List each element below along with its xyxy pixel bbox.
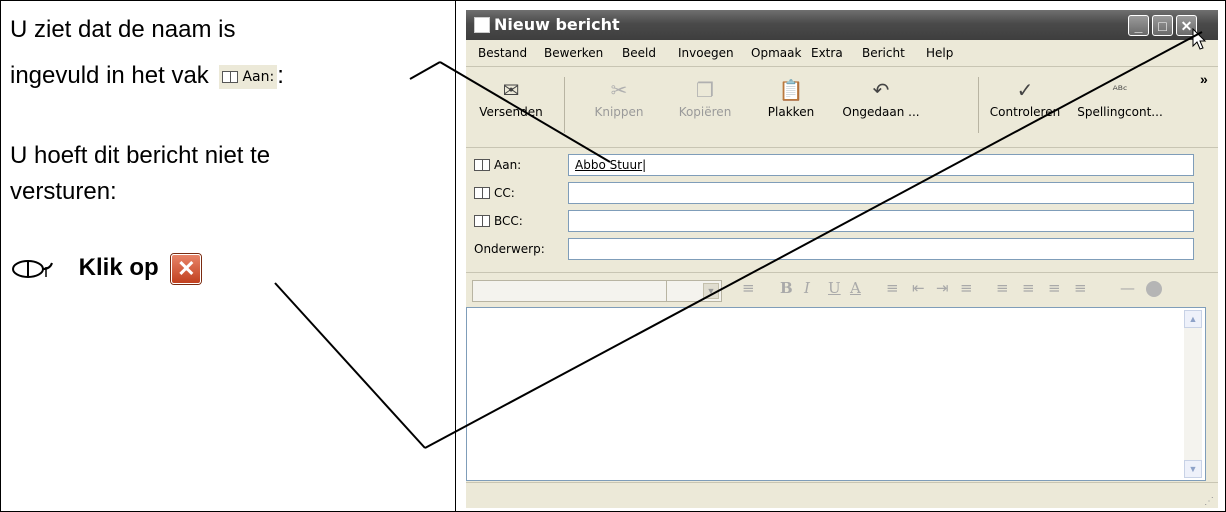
subject-label: Onderwerp: [474,238,545,260]
chevron-down-icon: ▼ [703,283,719,299]
paste-button[interactable]: 📋 Plakken [748,75,834,119]
menu-bewerken[interactable]: Bewerken [544,46,603,60]
copy-icon: ❐ [696,78,714,102]
instruction-action: Klik op ✕ [10,254,202,284]
header-fields: Aan: Abbo Stuur| CC: BCC: Onderwerp: [466,148,1218,268]
to-field[interactable]: Abbo Stuur| [568,154,1194,176]
bold-button[interactable]: B [780,279,793,297]
to-label[interactable]: Aan: [474,154,521,176]
toolbar-separator [564,77,565,133]
copy-button[interactable]: ❐ Kopiëren [662,75,748,119]
bcc-label[interactable]: BCC: [474,210,523,232]
check-names-icon: ✓ [1016,78,1034,102]
mouse-pointer-icon [1192,28,1207,50]
address-book-icon [222,70,239,83]
toolbar-overflow-button[interactable]: » [1200,71,1208,87]
message-body[interactable] [466,307,1206,481]
aan-chip: Aan: [219,64,278,89]
undo-icon: ↶ [872,78,890,102]
action-text: Klik op [78,254,159,282]
style-icon[interactable]: ≡ [742,279,755,297]
menu-bestand[interactable]: Bestand [478,46,527,60]
instruction-line-1: U ziet dat de naam is [10,16,236,43]
message-icon [474,17,490,33]
justify-button[interactable]: ≡ [1074,279,1087,297]
status-bar: ⋰ [466,482,1218,508]
align-center-button[interactable]: ≡ [1022,279,1035,297]
address-book-icon [474,159,490,171]
menu-bericht[interactable]: Bericht [862,46,905,60]
window-title: Nieuw bericht [494,15,620,34]
send-icon: ✉ [502,78,520,102]
bullet-list-button[interactable]: ⇤ [912,279,925,297]
menu-help[interactable]: Help [926,46,953,60]
to-label-text: Aan: [494,158,522,172]
decrease-indent-button[interactable]: ⇥ [936,279,949,297]
check-names-button[interactable]: ✓ Controleren [982,75,1068,119]
recipient-name: Abbo Stuur [575,158,643,172]
address-book-icon [474,187,490,199]
instruction-line-2: ingevuld in het vak Aan: : [10,62,284,90]
italic-button[interactable]: I [804,279,810,297]
panel-divider [455,0,456,512]
cc-label[interactable]: CC: [474,182,515,204]
scroll-up-icon[interactable]: ▲ [1184,310,1202,328]
scissors-icon: ✂ [610,78,628,102]
toolbar: ✉ Versenden ✂ Knippen ❐ Kopiëren 📋 Plakk… [466,67,1218,148]
menu-invoegen[interactable]: Invoegen [678,46,734,60]
font-size-select[interactable]: ▼ [666,280,722,302]
send-label: Versenden [479,105,543,119]
maximize-button[interactable]: □ [1152,15,1173,36]
aan-chip-label: Aan: [242,68,275,85]
spelling-icon: ᴬᴮᶜ [1112,83,1128,97]
send-button[interactable]: ✉ Versenden [468,75,554,119]
copy-label: Kopiëren [678,105,732,119]
check-names-label: Controleren [989,105,1061,119]
new-message-window: Nieuw bericht _ □ ✕ Bestand Bewerken Bee… [466,10,1218,508]
instruction-line-2-suffix: : [277,62,284,89]
mouse-icon [12,260,53,278]
instruction-line-4: versturen: [10,178,117,205]
text-cursor: | [642,158,647,172]
align-right-button[interactable]: ≡ [1048,279,1061,297]
horizontal-line-button[interactable]: — [1120,279,1135,297]
menu-extra[interactable]: Extra [811,46,843,60]
cc-label-text: CC: [494,186,515,200]
subject-label-text: Onderwerp: [474,242,545,256]
toolbar-separator [978,77,979,133]
bcc-field[interactable] [568,210,1194,232]
instruction-line-2-text: ingevuld in het vak [10,62,209,89]
cut-button[interactable]: ✂ Knippen [576,75,662,119]
numbered-list-button[interactable]: ≡ [886,279,899,297]
address-book-icon [474,215,490,227]
bcc-label-text: BCC: [494,214,523,228]
align-left-button[interactable]: ≡ [996,279,1009,297]
subject-field[interactable] [568,238,1194,260]
spelling-label: Spellingcont... [1077,105,1163,119]
close-icon: ✕ [171,254,202,284]
undo-label: Ongedaan ... [842,105,920,119]
format-toolbar: ▼ ▼ ≡ B I U A ≡ ⇤ ⇥ ≡ ≡ ≡ ≡ ≡ — [466,272,1218,307]
title-bar[interactable]: Nieuw bericht _ □ ✕ [466,10,1218,40]
cut-label: Knippen [594,105,644,119]
spelling-button[interactable]: ᴬᴮᶜ Spellingcont... [1072,75,1168,119]
font-color-button[interactable]: A [850,279,861,297]
resize-grip-icon[interactable]: ⋰ [1204,496,1214,507]
vertical-scrollbar[interactable]: ▲ ▼ [1184,310,1202,478]
scroll-down-icon[interactable]: ▼ [1184,460,1202,478]
menu-bar: Bestand Bewerken Beeld Invoegen Opmaak E… [466,40,1218,67]
increase-indent-button[interactable]: ≡ [960,279,973,297]
clipboard-icon: 📋 [778,78,804,102]
undo-button[interactable]: ↶ Ongedaan ... [838,75,924,119]
minimize-button[interactable]: _ [1128,15,1149,36]
menu-opmaak[interactable]: Opmaak [751,46,801,60]
menu-beeld[interactable]: Beeld [622,46,656,60]
hyperlink-icon[interactable] [1146,281,1162,297]
instruction-line-3: U hoeft dit bericht niet te [10,142,271,169]
underline-button[interactable]: U [828,279,841,297]
paste-label: Plakken [767,105,815,119]
cc-field[interactable] [568,182,1194,204]
